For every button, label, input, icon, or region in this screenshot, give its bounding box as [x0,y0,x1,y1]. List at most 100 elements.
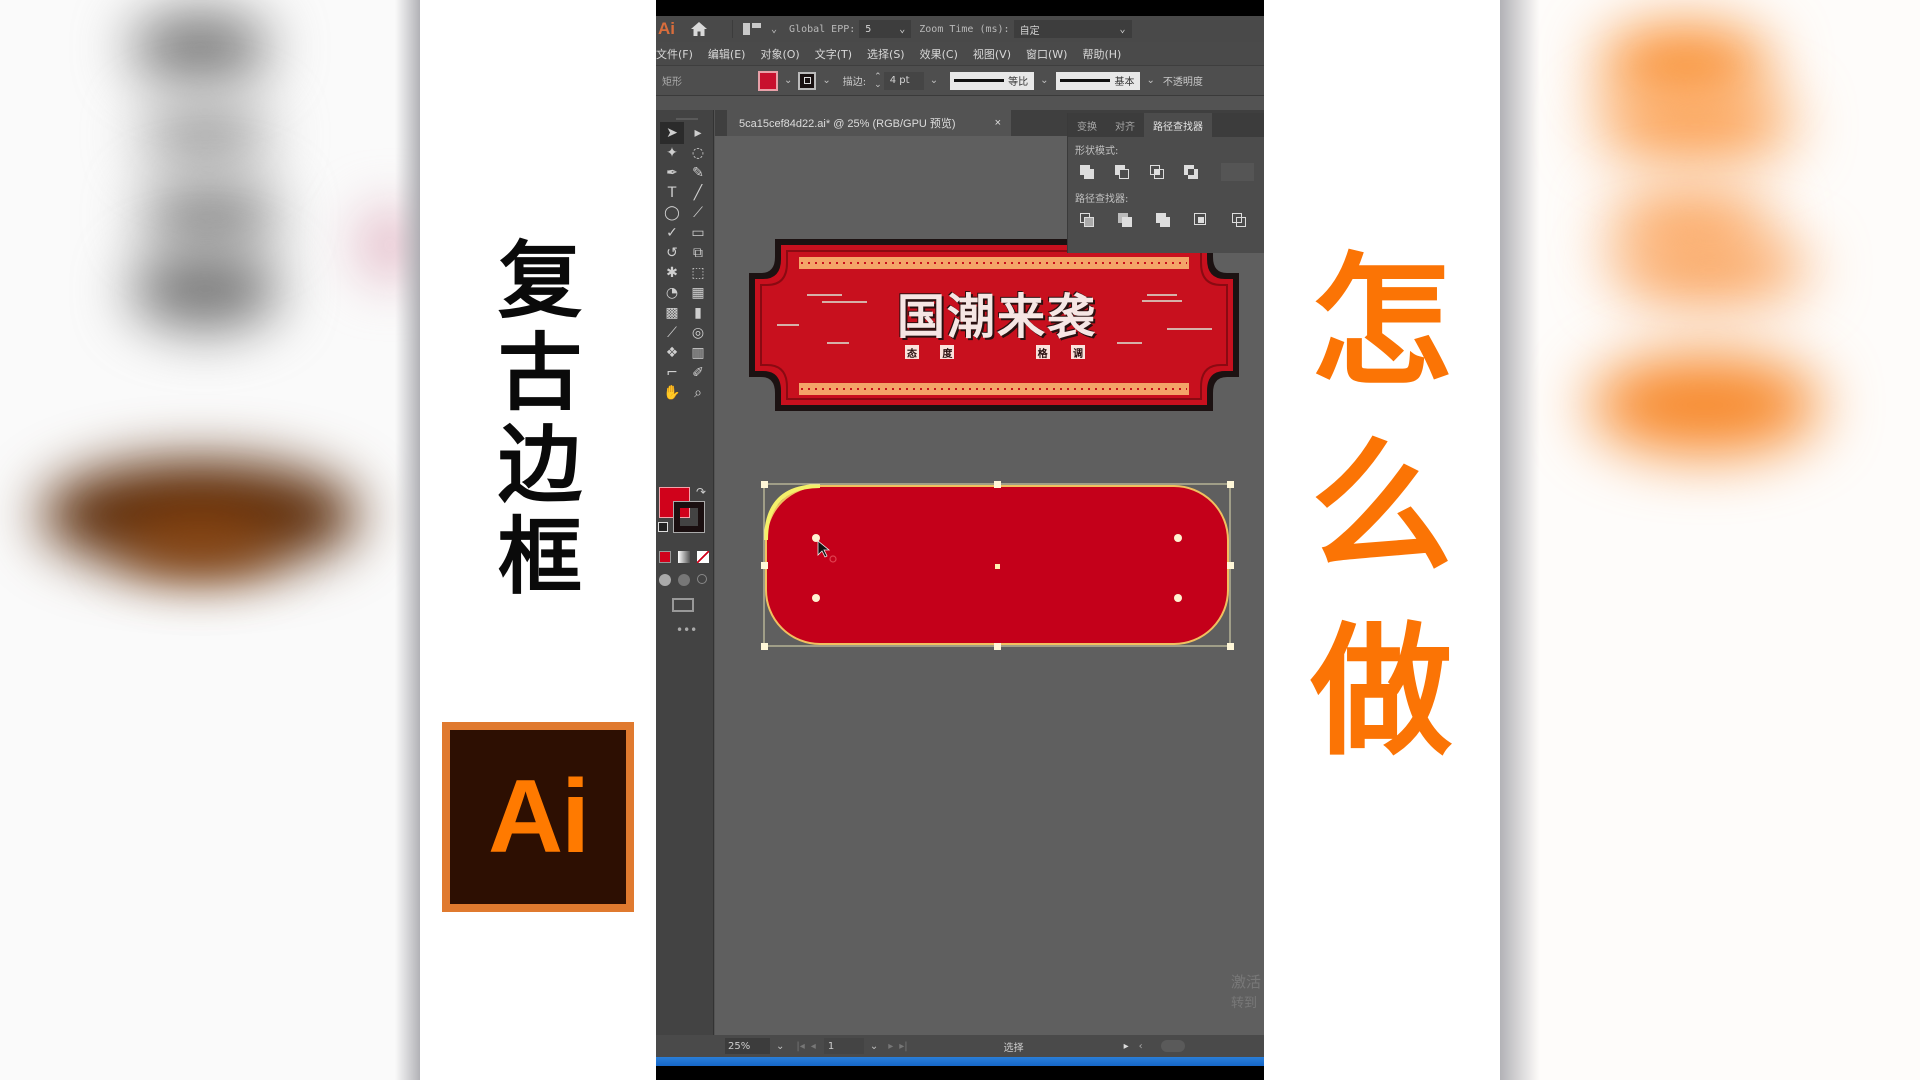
crop-icon[interactable] [1192,211,1210,229]
artboard-tool-icon[interactable]: ⌐ [660,362,684,384]
chevron-down-icon[interactable]: ⌄ [784,75,792,86]
slice-tool-icon[interactable]: ✐ [686,362,710,384]
menu-type[interactable]: 文字(T) [815,46,852,62]
bounding-box-handle[interactable] [761,481,768,488]
expand-button[interactable] [1221,163,1254,181]
document-tab[interactable]: 5ca15cef84d22.ai* @ 25% (RGB/GPU 预览) × [727,110,1011,136]
none-mode-icon[interactable] [697,551,709,563]
chevron-down-icon[interactable]: ⌄ [776,1041,784,1052]
puppet-warp-tool-icon[interactable]: ✱ [660,262,684,284]
menu-view[interactable]: 视图(V) [973,46,1011,62]
stroke-weight-input[interactable]: 4 pt [883,71,924,90]
rotate-tool-icon[interactable]: ↺ [660,242,684,264]
first-artboard-icon[interactable]: |◂ [796,1041,804,1052]
brush-definition[interactable]: 基本 [1056,71,1141,90]
menu-object[interactable]: 对象(O) [760,46,799,62]
default-colors-icon[interactable] [658,522,668,532]
bounding-box-handle[interactable] [994,481,1001,488]
tab-transform[interactable]: 变换 [1068,113,1106,137]
menu-edit[interactable]: 编辑(E) [708,46,746,62]
divide-icon[interactable] [1078,211,1096,229]
outline-icon[interactable] [1230,211,1248,229]
shaper-tool-icon[interactable]: ✓ [660,222,684,244]
paintbrush-tool-icon[interactable]: ⟋ [686,202,710,224]
lasso-tool-icon[interactable]: ◌ [686,142,710,164]
selected-rounded-rectangle[interactable] [761,481,1234,650]
selection-tool-icon[interactable]: ➤ [660,122,684,144]
type-tool-icon[interactable]: T [660,182,684,204]
unite-icon[interactable] [1078,163,1094,181]
corner-radius-widget[interactable] [812,594,820,602]
mesh-tool-icon[interactable]: ▩ [660,302,684,324]
stroke-swatch[interactable] [798,71,817,90]
ellipse-tool-icon[interactable]: ◯ [660,202,684,224]
draw-normal-icon[interactable] [659,574,671,586]
chevron-down-icon[interactable]: ⌄ [1040,75,1048,86]
pen-tool-icon[interactable]: ✒ [660,162,684,184]
magic-wand-tool-icon[interactable]: ✦ [660,142,684,164]
chevron-down-icon[interactable]: ⌄ [930,75,938,86]
direct-selection-tool-icon[interactable]: ▸ [686,122,710,144]
merge-icon[interactable] [1154,211,1172,229]
chevron-down-icon[interactable]: ⌄ [771,24,777,35]
scale-tool-icon[interactable]: ⧉ [686,242,710,264]
gradient-mode-icon[interactable] [678,551,690,563]
trim-icon[interactable] [1116,211,1134,229]
shape-builder-tool-icon[interactable]: ◔ [660,282,684,304]
global-epp-select[interactable]: 5 ⌄ [859,20,912,38]
blend-tool-icon[interactable]: ◎ [686,322,710,344]
menu-window[interactable]: 窗口(W) [1026,46,1067,62]
opacity-label[interactable]: 不透明度 [1163,73,1203,88]
bounding-box-handle[interactable] [1227,643,1234,650]
more-tools-icon[interactable]: ••• [676,623,697,637]
menu-select[interactable]: 选择(S) [867,46,905,62]
chevron-down-icon[interactable]: ⌄ [1146,75,1154,86]
symbol-sprayer-tool-icon[interactable]: ❖ [660,342,684,364]
column-graph-tool-icon[interactable]: ▥ [686,342,710,364]
menu-effect[interactable]: 效果(C) [920,46,958,62]
retro-frame-artwork[interactable]: 国潮来袭 态 度 格 调 [747,237,1241,413]
bounding-box-handle[interactable] [761,643,768,650]
toolbox-grip[interactable] [676,118,698,120]
last-artboard-icon[interactable]: ▸| [899,1041,907,1052]
home-icon[interactable] [690,21,708,37]
next-artboard-icon[interactable]: ▸ [888,1041,893,1052]
zoom-level-field[interactable]: 25% [725,1038,770,1054]
swap-colors-icon[interactable]: ↷ [696,485,706,499]
bounding-box-handle[interactable] [761,562,768,569]
tab-pathfinder[interactable]: 路径查找器 [1144,113,1212,137]
stroke-color-box[interactable] [673,501,705,533]
line-segment-tool-icon[interactable]: ╱ [686,182,710,204]
scroll-left-icon[interactable]: ‹ [1139,1041,1143,1052]
hand-tool-icon[interactable]: ✋ [660,382,684,404]
draw-inside-icon[interactable] [697,574,707,584]
curvature-tool-icon[interactable]: ✎ [686,162,710,184]
color-mode-icon[interactable] [659,551,671,563]
bounding-box-handle[interactable] [994,643,1001,650]
minus-front-icon[interactable] [1113,163,1129,181]
corner-radius-widget[interactable] [1174,594,1182,602]
gradient-tool-icon[interactable]: ▮ [686,302,710,324]
previous-artboard-icon[interactable]: ◂ [811,1041,816,1052]
chevron-down-icon[interactable]: ⌄ [870,1041,878,1052]
variable-width-profile[interactable]: 等比 [950,71,1035,90]
bounding-box-handle[interactable] [1227,481,1234,488]
chevron-down-icon[interactable]: ⌄ [822,75,830,86]
menu-help[interactable]: 帮助(H) [1082,46,1121,62]
zoom-time-select[interactable]: 自定 ⌄ [1013,20,1132,38]
intersect-icon[interactable] [1148,163,1164,181]
zoom-tool-icon[interactable]: ⌕ [686,382,710,404]
workspace-switcher-icon[interactable] [743,23,761,35]
eraser-tool-icon[interactable]: ▭ [686,222,710,244]
corner-radius-widget[interactable] [1174,534,1182,542]
exclude-icon[interactable] [1182,163,1199,181]
draw-behind-icon[interactable] [678,574,690,586]
artboard-number-field[interactable]: 1 [823,1038,864,1054]
menu-file[interactable]: 文件(F) [656,46,693,62]
bounding-box-handle[interactable] [1227,562,1234,569]
stepper-icon[interactable]: ⌃ ⌄ [874,72,882,89]
horizontal-scrollbar-thumb[interactable] [1160,1040,1185,1052]
tab-align[interactable]: 对齐 [1106,113,1144,137]
free-transform-tool-icon[interactable]: ⬚ [686,262,710,284]
fill-swatch[interactable] [758,70,778,91]
